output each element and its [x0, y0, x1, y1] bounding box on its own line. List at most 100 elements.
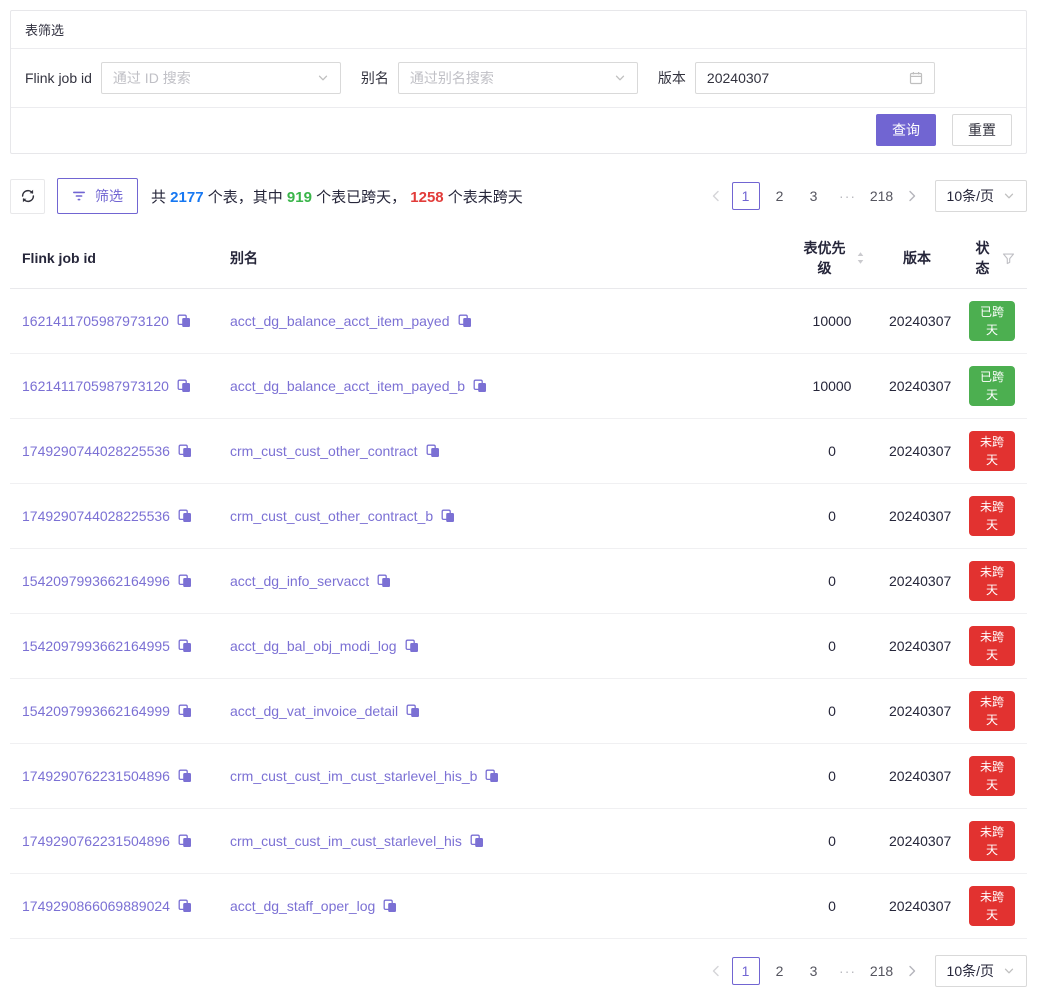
summary-mid2: 个表已跨天，	[312, 189, 410, 206]
status-badge: 已跨天	[969, 366, 1015, 406]
copy-icon[interactable]	[473, 379, 487, 393]
copy-icon[interactable]	[405, 639, 419, 653]
priority-cell: 0	[787, 614, 877, 679]
copy-icon[interactable]	[470, 834, 484, 848]
prev-page-button[interactable]	[703, 957, 729, 985]
copy-icon[interactable]	[177, 314, 191, 328]
copy-icon[interactable]	[383, 899, 397, 913]
version-value: 20240307	[707, 70, 909, 86]
tables-table: Flink job id 别名 表优先级 版本 状态	[10, 228, 1027, 939]
pagination: 123···218 10条/页	[703, 955, 1027, 987]
copy-icon[interactable]	[178, 444, 192, 458]
page-button-2[interactable]: 2	[766, 182, 794, 210]
copy-icon[interactable]	[178, 574, 192, 588]
chevron-down-icon	[317, 72, 329, 84]
page-size-select[interactable]: 10条/页	[935, 955, 1027, 987]
filter-button[interactable]: 筛选	[57, 178, 138, 214]
alias-link[interactable]: acct_dg_vat_invoice_detail	[230, 703, 398, 719]
copy-icon[interactable]	[406, 704, 420, 718]
page-button-218[interactable]: 218	[868, 182, 896, 210]
copy-icon[interactable]	[441, 509, 455, 523]
priority-cell: 0	[787, 744, 877, 809]
column-header-version: 版本	[877, 228, 957, 289]
reset-button[interactable]: 重置	[952, 114, 1012, 146]
status-badge: 已跨天	[969, 301, 1015, 341]
filter-group-alias: 别名 通过别名搜索	[361, 62, 638, 94]
page-ellipsis[interactable]: ···	[834, 182, 862, 210]
priority-cell: 0	[787, 419, 877, 484]
alias-link[interactable]: crm_cust_cust_other_contract_b	[230, 508, 433, 524]
page-size-value: 10条/页	[947, 961, 994, 981]
job-id-link[interactable]: 1542097993662164996	[22, 573, 170, 589]
alias-link[interactable]: acct_dg_balance_acct_item_payed_b	[230, 378, 465, 394]
query-button[interactable]: 查询	[876, 114, 936, 146]
filter-card: 表筛选 Flink job id 通过 ID 搜索 别名 通过别名搜索	[10, 10, 1027, 154]
alias-link[interactable]: acct_dg_balance_acct_item_payed	[230, 313, 450, 329]
column-header-status[interactable]: 状态	[957, 228, 1027, 289]
page-button-2[interactable]: 2	[766, 957, 794, 985]
version-date-input[interactable]: 20240307	[695, 62, 935, 94]
version-cell: 20240307	[877, 614, 957, 679]
funnel-filter-icon[interactable]	[1002, 252, 1015, 265]
copy-icon[interactable]	[178, 509, 192, 523]
column-header-priority[interactable]: 表优先级	[787, 228, 877, 289]
copy-icon[interactable]	[485, 769, 499, 783]
page-button-1[interactable]: 1	[732, 182, 760, 210]
job-id-link[interactable]: 1621411705987973120	[22, 378, 169, 394]
calendar-icon	[909, 71, 923, 85]
status-badge: 未跨天	[969, 626, 1015, 666]
table-row: 1749290744028225536 crm_cust_cust_other_…	[10, 484, 1027, 549]
job-id-select[interactable]: 通过 ID 搜索	[101, 62, 341, 94]
version-cell: 20240307	[877, 419, 957, 484]
pagination: 123···218 10条/页	[703, 180, 1027, 212]
alias-link[interactable]: crm_cust_cust_im_cust_starlevel_his_b	[230, 768, 477, 784]
status-badge: 未跨天	[969, 496, 1015, 536]
page-button-1[interactable]: 1	[732, 957, 760, 985]
copy-icon[interactable]	[178, 834, 192, 848]
column-header-id: Flink job id	[10, 228, 218, 289]
copy-icon[interactable]	[178, 899, 192, 913]
copy-icon[interactable]	[177, 379, 191, 393]
alias-select[interactable]: 通过别名搜索	[398, 62, 638, 94]
job-id-link[interactable]: 1749290762231504896	[22, 833, 170, 849]
copy-icon[interactable]	[178, 769, 192, 783]
copy-icon[interactable]	[458, 314, 472, 328]
alias-link[interactable]: crm_cust_cust_other_contract	[230, 443, 418, 459]
job-id-link[interactable]: 1749290744028225536	[22, 508, 170, 524]
job-id-link[interactable]: 1621411705987973120	[22, 313, 169, 329]
priority-cell: 0	[787, 874, 877, 939]
job-id-placeholder: 通过 ID 搜索	[113, 68, 317, 88]
page-button-3[interactable]: 3	[800, 182, 828, 210]
table-row: 1621411705987973120 acct_dg_balance_acct…	[10, 354, 1027, 419]
status-header-label: 状态	[969, 238, 996, 278]
refresh-button[interactable]	[10, 179, 45, 214]
copy-icon[interactable]	[377, 574, 391, 588]
filter-card-title: 表筛选	[11, 11, 1026, 49]
job-id-link[interactable]: 1542097993662164999	[22, 703, 170, 719]
copy-icon[interactable]	[178, 639, 192, 653]
alias-link[interactable]: acct_dg_info_servacct	[230, 573, 369, 589]
job-id-link[interactable]: 1749290762231504896	[22, 768, 170, 784]
priority-cell: 10000	[787, 354, 877, 419]
job-id-link[interactable]: 1749290866069889024	[22, 898, 170, 914]
alias-link[interactable]: crm_cust_cust_im_cust_starlevel_his	[230, 833, 462, 849]
job-id-link[interactable]: 1749290744028225536	[22, 443, 170, 459]
next-page-button[interactable]	[899, 957, 925, 985]
page-ellipsis[interactable]: ···	[834, 957, 862, 985]
page-size-select[interactable]: 10条/页	[935, 180, 1027, 212]
page-button-218[interactable]: 218	[868, 957, 896, 985]
table-header: Flink job id 别名 表优先级 版本 状态	[10, 228, 1027, 289]
copy-icon[interactable]	[426, 444, 440, 458]
alias-link[interactable]: acct_dg_staff_oper_log	[230, 898, 375, 914]
sorter-icon[interactable]	[856, 251, 865, 265]
page-button-3[interactable]: 3	[800, 957, 828, 985]
version-cell: 20240307	[877, 874, 957, 939]
version-cell: 20240307	[877, 679, 957, 744]
copy-icon[interactable]	[178, 704, 192, 718]
job-id-link[interactable]: 1542097993662164995	[22, 638, 170, 654]
alias-link[interactable]: acct_dg_bal_obj_modi_log	[230, 638, 397, 654]
prev-page-button[interactable]	[703, 182, 729, 210]
filter-lines-icon	[72, 189, 86, 203]
next-page-button[interactable]	[899, 182, 925, 210]
summary-text: 共 2177 个表，其中 919 个表已跨天， 1258 个表未跨天	[151, 186, 523, 207]
